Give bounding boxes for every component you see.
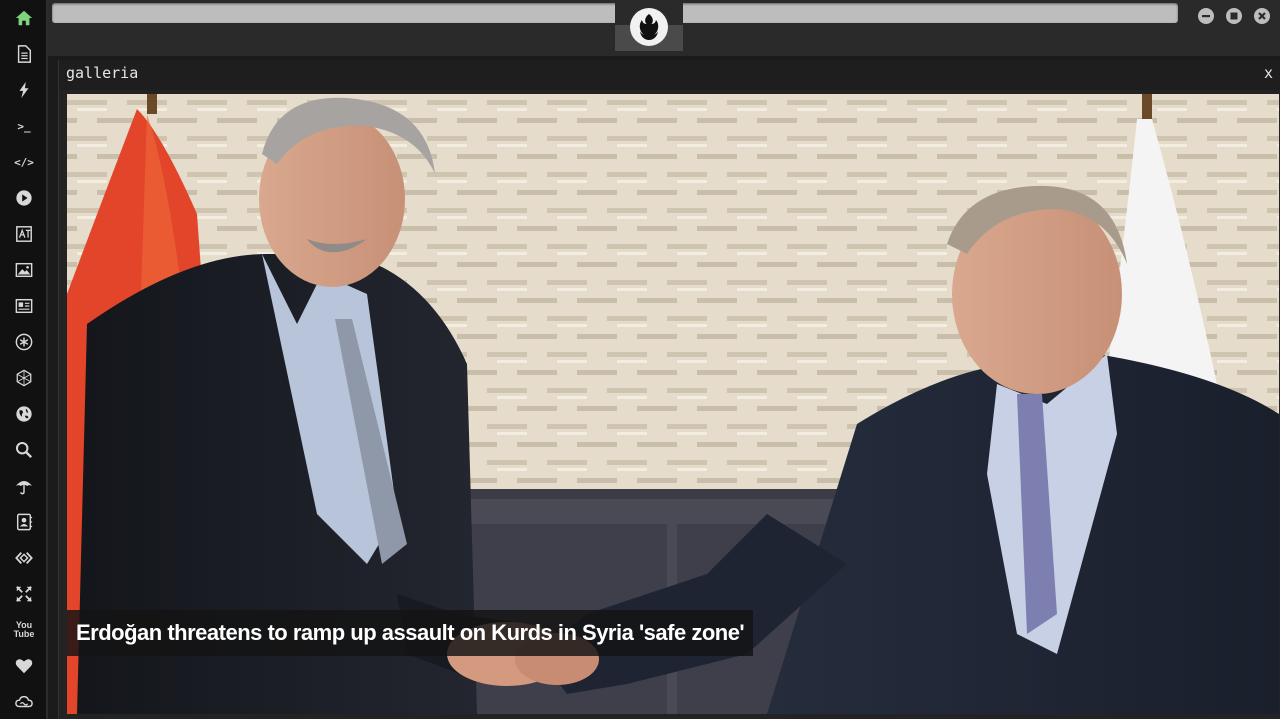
sidebar-item-contacts[interactable] bbox=[0, 507, 48, 537]
contacts-icon bbox=[16, 513, 33, 531]
sidebar-item-terminal[interactable]: >_ bbox=[0, 111, 48, 141]
code-diamond-icon bbox=[15, 551, 33, 565]
sidebar-item-code-diamond[interactable] bbox=[0, 543, 48, 573]
sidebar-item-document[interactable] bbox=[0, 39, 48, 69]
maximize-button[interactable] bbox=[1226, 8, 1242, 24]
sidebar-item-cloud[interactable] bbox=[0, 687, 48, 717]
sidebar-item-play[interactable] bbox=[0, 183, 48, 213]
sidebar: >_ </> You Tube bbox=[0, 0, 48, 719]
play-icon bbox=[16, 190, 32, 206]
code-icon: </> bbox=[14, 155, 34, 169]
document-icon bbox=[17, 45, 32, 63]
asterisk-circle-icon bbox=[15, 333, 33, 351]
sidebar-item-news[interactable] bbox=[0, 291, 48, 321]
translate-icon bbox=[16, 226, 32, 242]
gallery-close-button[interactable]: x bbox=[1264, 64, 1273, 82]
gallery-title: galleria bbox=[66, 64, 139, 82]
logo-tab[interactable] bbox=[615, 0, 683, 51]
minimize-icon bbox=[1202, 15, 1210, 18]
youtube-icon: You Tube bbox=[13, 620, 35, 639]
search-icon bbox=[15, 441, 33, 459]
sidebar-item-umbrella[interactable] bbox=[0, 471, 48, 501]
terminal-icon: >_ bbox=[17, 119, 31, 133]
heart-icon bbox=[15, 659, 33, 674]
sidebar-item-asterisk[interactable] bbox=[0, 327, 48, 357]
gallery-header: galleria x bbox=[59, 60, 1280, 90]
sidebar-item-image[interactable] bbox=[0, 255, 48, 285]
sidebar-item-expand[interactable] bbox=[0, 579, 48, 609]
sidebar-item-youtube[interactable]: You Tube bbox=[0, 615, 48, 645]
home-icon bbox=[15, 10, 33, 26]
hexagon-icon bbox=[16, 369, 32, 387]
close-window-button[interactable] bbox=[1254, 8, 1270, 24]
umbrella-icon bbox=[15, 481, 33, 495]
maximize-icon bbox=[1230, 12, 1238, 20]
lightning-icon bbox=[19, 81, 29, 99]
sidebar-item-home[interactable] bbox=[0, 3, 48, 33]
sidebar-item-hexagon[interactable] bbox=[0, 363, 48, 393]
sidebar-item-translate[interactable] bbox=[0, 219, 48, 249]
sidebar-item-heart[interactable] bbox=[0, 651, 48, 681]
top-bar bbox=[48, 0, 1280, 56]
sidebar-item-code[interactable]: </> bbox=[0, 147, 48, 177]
minimize-button[interactable] bbox=[1198, 8, 1214, 24]
globe-icon bbox=[16, 406, 32, 422]
close-icon bbox=[1258, 12, 1266, 20]
sidebar-item-search[interactable] bbox=[0, 435, 48, 465]
gallery-window: galleria x Erdoğan threatens to ramp up … bbox=[58, 60, 1280, 719]
newspaper-icon bbox=[15, 298, 33, 314]
expand-icon bbox=[16, 586, 32, 602]
image-icon bbox=[15, 262, 33, 278]
sidebar-item-globe[interactable] bbox=[0, 399, 48, 429]
gallery-caption: Erdoğan threatens to ramp up assault on … bbox=[67, 610, 754, 656]
sidebar-item-lightning[interactable] bbox=[0, 75, 48, 105]
rebel-alliance-icon bbox=[630, 8, 668, 46]
cloud-icon bbox=[15, 695, 33, 708]
